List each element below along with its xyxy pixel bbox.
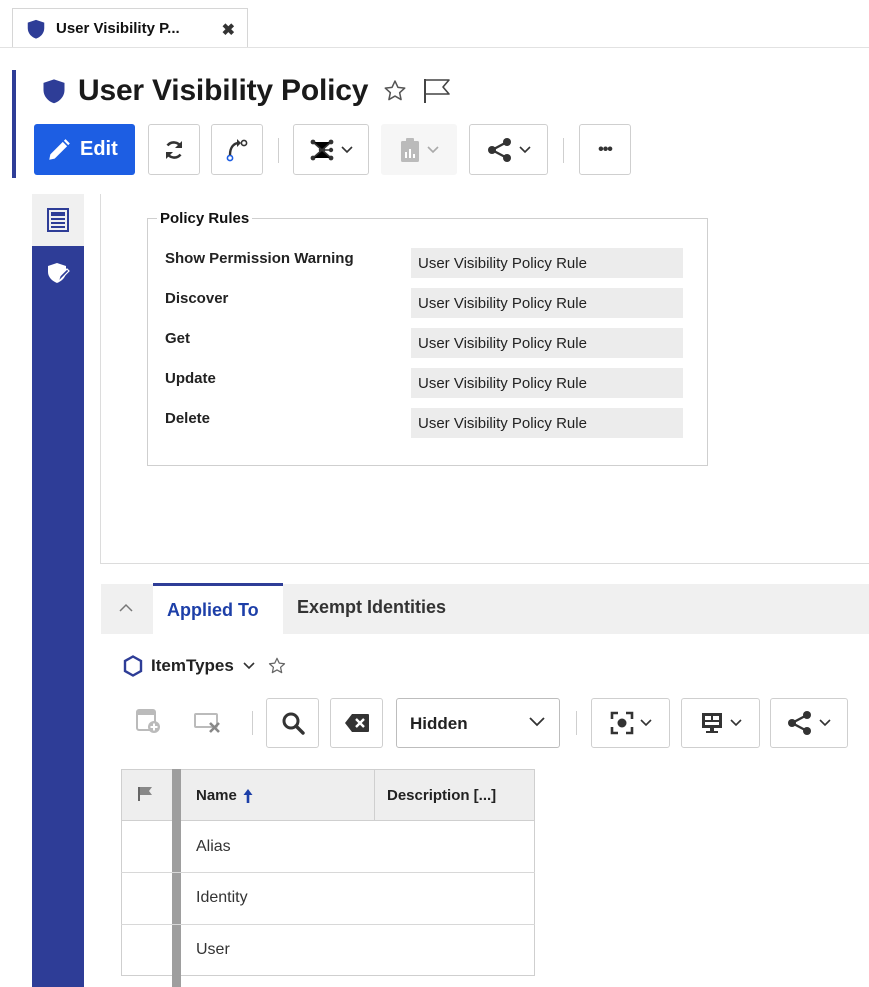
rule-value-delete[interactable]: User Visibility Policy Rule bbox=[411, 408, 683, 438]
favorite-star-icon[interactable] bbox=[267, 656, 287, 676]
panel-border bbox=[100, 563, 869, 564]
header-accent-bar bbox=[12, 70, 16, 178]
table-row[interactable]: User bbox=[196, 941, 230, 959]
monitor-icon bbox=[700, 711, 724, 735]
chevron-down-icon bbox=[819, 719, 831, 727]
tab-applied-to-label: Applied To bbox=[167, 600, 259, 620]
document-tab[interactable]: User Visibility P... ✖ bbox=[12, 8, 248, 48]
focus-icon bbox=[610, 711, 634, 735]
toolbar-separator bbox=[278, 138, 279, 163]
page-header: User Visibility Policy bbox=[40, 74, 452, 108]
rule-label-delete: Delete bbox=[165, 410, 211, 427]
rule-label-update: Update bbox=[165, 370, 216, 387]
promote-button[interactable] bbox=[211, 124, 263, 175]
view-mode-select[interactable]: Hidden bbox=[396, 698, 560, 748]
document-tab-label: User Visibility P... bbox=[56, 20, 180, 37]
flag-column-icon[interactable] bbox=[137, 786, 153, 802]
page-title: User Visibility Policy bbox=[78, 74, 369, 107]
shield-icon bbox=[25, 18, 47, 40]
more-button[interactable]: ••• bbox=[579, 124, 631, 175]
display-options-button[interactable] bbox=[681, 698, 760, 748]
rule-label-get: Get bbox=[165, 330, 191, 347]
view-mode-value: Hidden bbox=[410, 714, 468, 733]
side-navigation bbox=[32, 194, 84, 987]
chevron-up-icon[interactable] bbox=[118, 600, 134, 616]
chevron-down-icon bbox=[529, 717, 545, 727]
refresh-button[interactable] bbox=[148, 124, 200, 175]
tab-exempt-identities[interactable]: Exempt Identities bbox=[297, 597, 446, 618]
row-divider bbox=[121, 924, 535, 925]
promote-icon bbox=[224, 137, 250, 163]
toolbar-separator bbox=[252, 711, 253, 735]
column-separator[interactable] bbox=[374, 769, 375, 821]
favorite-star-icon[interactable] bbox=[382, 78, 408, 104]
share-icon bbox=[487, 137, 513, 163]
share-button[interactable] bbox=[469, 124, 548, 175]
toolbar-separator bbox=[576, 711, 577, 735]
form-view-icon bbox=[47, 208, 69, 232]
edit-button-label: Edit bbox=[80, 138, 118, 160]
sort-ascending-icon bbox=[243, 788, 253, 804]
screenshot-button[interactable] bbox=[591, 698, 670, 748]
chevron-down-icon bbox=[518, 145, 531, 154]
close-tab-icon[interactable]: ✖ bbox=[222, 20, 235, 40]
panel-border bbox=[100, 194, 101, 564]
column-header-name[interactable]: Name bbox=[196, 787, 253, 804]
rail-item-form[interactable] bbox=[32, 194, 84, 246]
shield-icon bbox=[40, 76, 68, 106]
report-button[interactable] bbox=[381, 124, 457, 175]
flag-icon[interactable] bbox=[422, 77, 452, 105]
row-divider bbox=[121, 872, 535, 873]
refresh-icon bbox=[162, 138, 186, 162]
policy-rules-legend: Policy Rules bbox=[157, 210, 253, 227]
edit-button[interactable]: Edit bbox=[34, 124, 135, 175]
clear-search-button[interactable] bbox=[330, 698, 383, 748]
network-icon bbox=[309, 137, 335, 163]
rule-label-discover: Discover bbox=[165, 290, 229, 307]
more-icon: ••• bbox=[598, 140, 613, 158]
rule-value-discover[interactable]: User Visibility Policy Rule bbox=[411, 288, 683, 318]
table-row[interactable]: Identity bbox=[196, 889, 248, 907]
backspace-icon bbox=[344, 713, 370, 733]
search-button[interactable] bbox=[266, 698, 319, 748]
rail-item-policy-rules[interactable] bbox=[32, 248, 84, 298]
chevron-down-icon bbox=[427, 145, 439, 154]
clipboard-report-icon bbox=[399, 137, 421, 163]
rule-label-show-permission-warning: Show Permission Warning bbox=[165, 250, 354, 267]
column-header-description[interactable]: Description [...] bbox=[387, 787, 496, 804]
structure-browser-button[interactable] bbox=[293, 124, 369, 175]
chevron-down-icon bbox=[639, 719, 652, 727]
grid-share-button[interactable] bbox=[770, 698, 848, 748]
table-row[interactable]: Alias bbox=[196, 838, 231, 856]
item-type-label: ItemTypes bbox=[151, 656, 234, 675]
item-type-selector[interactable]: ItemTypes bbox=[123, 655, 287, 677]
policy-rules-icon bbox=[46, 261, 70, 285]
search-icon bbox=[281, 711, 305, 735]
tab-strip-divider bbox=[0, 47, 869, 48]
share-icon bbox=[787, 710, 813, 736]
hexagon-icon bbox=[123, 655, 143, 677]
chevron-down-icon bbox=[341, 145, 353, 154]
chevron-down-icon bbox=[729, 719, 742, 727]
frozen-column-divider[interactable] bbox=[172, 769, 181, 987]
pencil-icon bbox=[46, 137, 72, 163]
toolbar-separator bbox=[563, 138, 564, 163]
rule-value-update[interactable]: User Visibility Policy Rule bbox=[411, 368, 683, 398]
column-header-name-label: Name bbox=[196, 787, 237, 804]
add-row-icon[interactable] bbox=[134, 705, 162, 735]
chevron-down-icon bbox=[243, 662, 255, 670]
rule-value-get[interactable]: User Visibility Policy Rule bbox=[411, 328, 683, 358]
tab-applied-to[interactable]: Applied To bbox=[153, 583, 283, 634]
delete-row-icon[interactable] bbox=[193, 705, 223, 735]
rule-value-show-permission-warning[interactable]: User Visibility Policy Rule bbox=[411, 248, 683, 278]
